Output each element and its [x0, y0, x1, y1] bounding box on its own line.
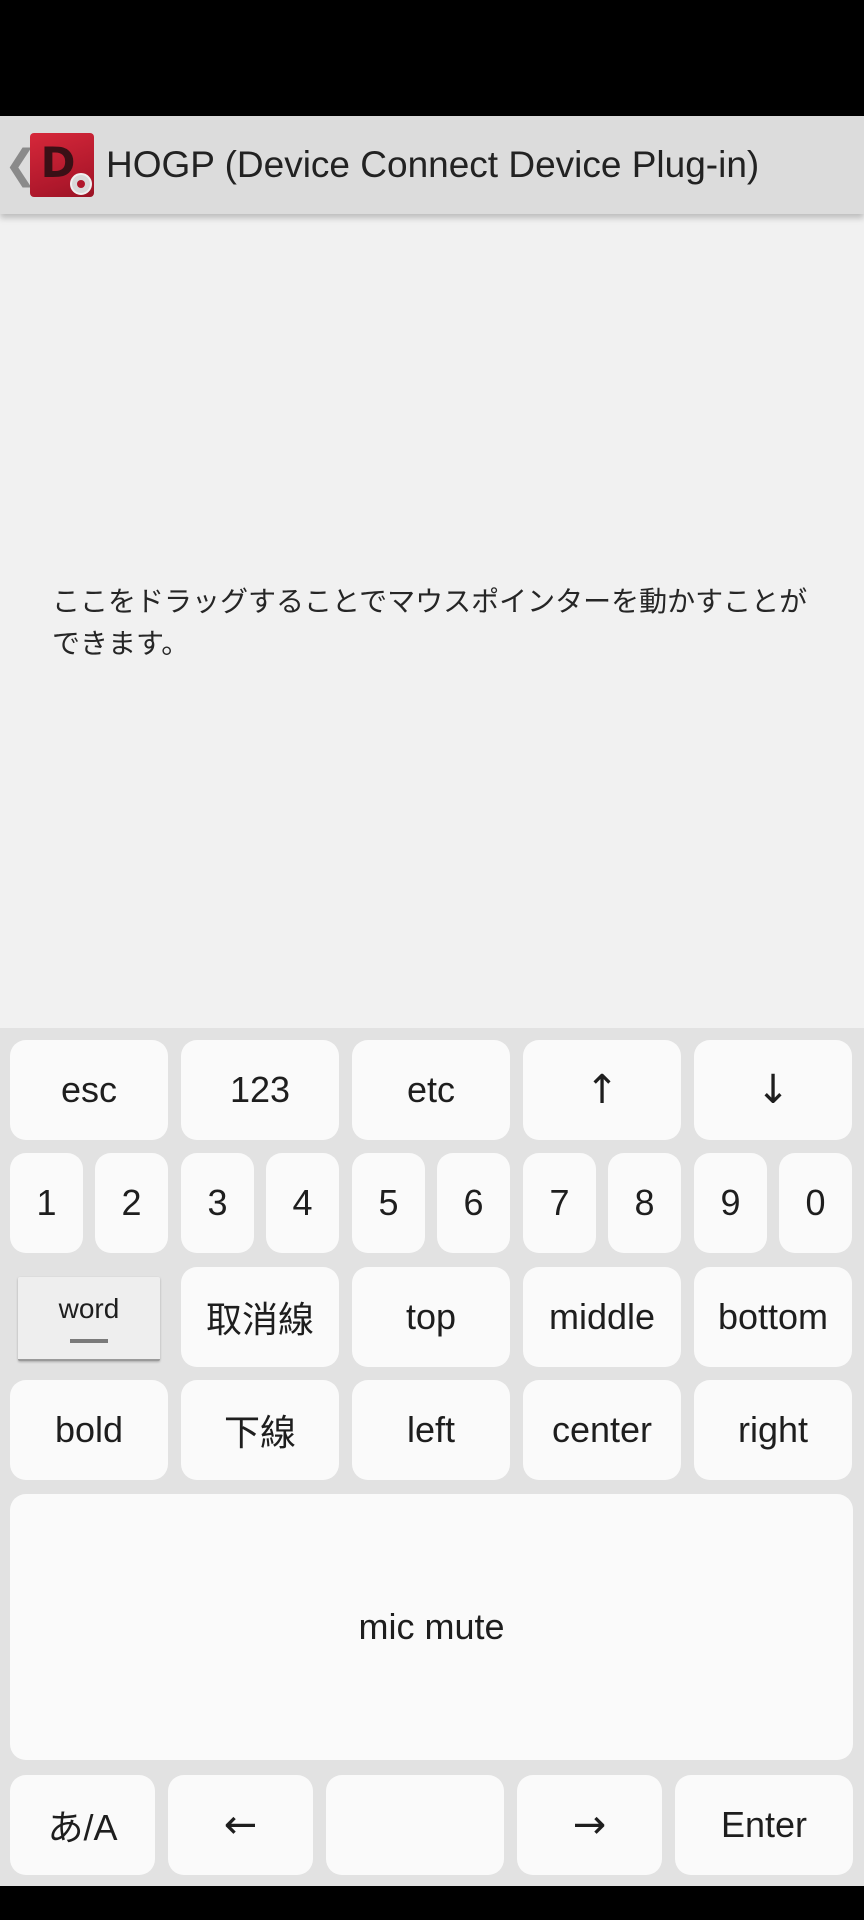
key-enter[interactable]: Enter: [675, 1775, 853, 1875]
touchpad-area[interactable]: ここをドラッグすることでマウスポインターを動かすことができます。: [0, 214, 864, 1028]
key-digit-1[interactable]: 1: [10, 1153, 83, 1253]
touchpad-hint: ここをドラッグすることでマウスポインターを動かすことができます。: [52, 585, 808, 660]
key-word-indicator: [70, 1339, 108, 1343]
key-input-mode[interactable]: あ/A: [10, 1775, 155, 1875]
key-esc[interactable]: esc: [10, 1040, 168, 1140]
key-underline[interactable]: 下線: [181, 1380, 339, 1480]
key-digit-8[interactable]: 8: [608, 1153, 681, 1253]
key-digit-7[interactable]: 7: [523, 1153, 596, 1253]
key-middle[interactable]: middle: [523, 1267, 681, 1367]
key-digit-6[interactable]: 6: [437, 1153, 510, 1253]
key-digit-0[interactable]: 0: [779, 1153, 852, 1253]
key-word[interactable]: word: [18, 1277, 160, 1361]
key-top[interactable]: top: [352, 1267, 510, 1367]
key-align-left[interactable]: left: [352, 1380, 510, 1480]
key-digit-4[interactable]: 4: [266, 1153, 339, 1253]
key-bold[interactable]: bold: [10, 1380, 168, 1480]
key-bottom[interactable]: bottom: [694, 1267, 852, 1367]
key-digit-2[interactable]: 2: [95, 1153, 168, 1253]
key-digit-9[interactable]: 9: [694, 1153, 767, 1253]
navigation-bar: [0, 1886, 864, 1920]
key-word-label: word: [58, 1293, 120, 1324]
key-right-arrow[interactable]: →: [517, 1775, 662, 1875]
key-strikethrough[interactable]: 取消線: [181, 1267, 339, 1367]
key-down-arrow[interactable]: ↓: [694, 1040, 852, 1140]
key-etc[interactable]: etc: [352, 1040, 510, 1140]
key-left-arrow[interactable]: ←: [168, 1775, 313, 1875]
key-align-right[interactable]: right: [694, 1380, 852, 1480]
status-bar: [0, 0, 864, 116]
key-digit-5[interactable]: 5: [352, 1153, 425, 1253]
back-chevron-icon[interactable]: ❮: [4, 145, 38, 185]
key-mic-mute[interactable]: mic mute: [10, 1494, 853, 1760]
key-align-center[interactable]: center: [523, 1380, 681, 1480]
key-up-arrow[interactable]: ↑: [523, 1040, 681, 1140]
keyboard: esc 123 etc ↑ ↓ 1 2 3 4 5 6 7 8 9 0 word…: [0, 1028, 864, 1886]
key-123[interactable]: 123: [181, 1040, 339, 1140]
key-space[interactable]: [326, 1775, 504, 1875]
action-bar: ❮ D HOGP (Device Connect Device Plug-in): [0, 116, 864, 214]
gear-icon: [70, 173, 92, 195]
key-digit-3[interactable]: 3: [181, 1153, 254, 1253]
page-title: HOGP (Device Connect Device Plug-in): [106, 144, 760, 185]
app-logo-icon[interactable]: D: [30, 133, 94, 197]
